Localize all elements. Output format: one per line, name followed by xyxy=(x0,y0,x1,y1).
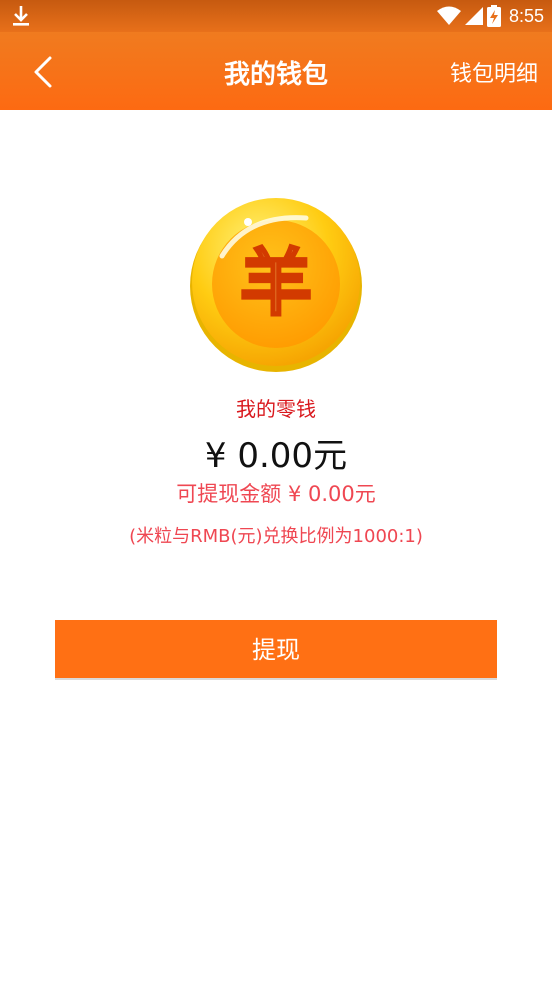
status-time: 8:55 xyxy=(508,5,544,26)
battery-charging-icon xyxy=(486,5,501,27)
withdraw-button[interactable]: 提现 xyxy=(55,620,497,680)
status-bar: 8:55 xyxy=(0,0,552,32)
withdrawable-amount: 可提现金额 ¥ 0.00元 xyxy=(176,482,376,506)
gold-coin-icon: 羊 xyxy=(190,198,362,372)
wallet-detail-link[interactable]: 钱包明细 xyxy=(450,56,538,88)
download-icon xyxy=(13,6,29,26)
app-header: 我的钱包 钱包明细 xyxy=(0,32,552,110)
balance-amount: ¥ 0.00元 xyxy=(204,436,348,476)
signal-icon xyxy=(464,7,483,25)
svg-text:羊: 羊 xyxy=(240,241,312,325)
wifi-icon xyxy=(436,6,461,25)
exchange-ratio-note: (米粒与RMB(元)兑换比例为1000:1) xyxy=(129,526,423,547)
my-change-label: 我的零钱 xyxy=(236,397,316,421)
